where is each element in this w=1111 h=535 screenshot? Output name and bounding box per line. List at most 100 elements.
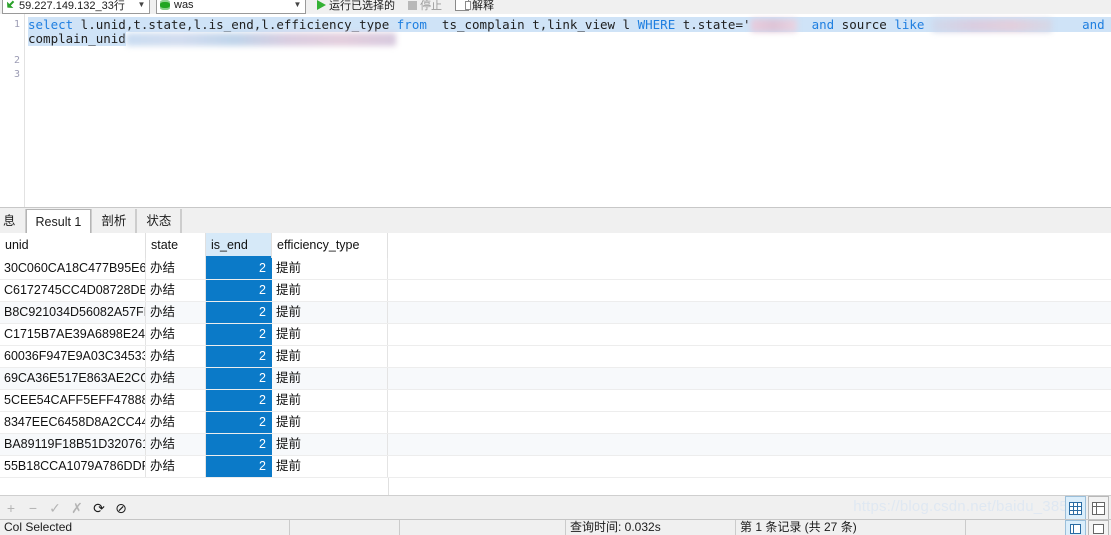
- database-dropdown[interactable]: was ▼: [156, 0, 306, 14]
- column-header-state[interactable]: state: [146, 233, 206, 258]
- cell-unid[interactable]: BA89119F18B51D3207610: [0, 434, 146, 455]
- sql-line-1: select l.unid,t.state,l.is_end,l.efficie…: [28, 17, 1111, 32]
- sql-code-area[interactable]: select l.unid,t.state,l.is_end,l.efficie…: [28, 14, 1111, 207]
- sql-line-2-text: complain_unid: [28, 31, 126, 46]
- cell-efficiency-type[interactable]: 提前: [272, 324, 388, 345]
- cell-state[interactable]: 办结: [146, 412, 206, 433]
- cell-state[interactable]: 办结: [146, 434, 206, 455]
- result-tabstrip: 息 Result 1 剖析 状态: [0, 207, 1111, 235]
- cell-efficiency-type[interactable]: 提前: [272, 302, 388, 323]
- cell-unid[interactable]: 8347EEC6458D8A2CC4437: [0, 412, 146, 433]
- cell-unid[interactable]: 69CA36E517E863AE2CCF3: [0, 368, 146, 389]
- tab-info[interactable]: 息: [0, 209, 26, 234]
- status-selection: Col Selected: [0, 520, 290, 535]
- cell-state[interactable]: 办结: [146, 258, 206, 279]
- status-view-toggle: [1065, 520, 1109, 535]
- cell-unid[interactable]: 60036F947E9A03C345333: [0, 346, 146, 367]
- cell-efficiency-type[interactable]: 提前: [272, 434, 388, 455]
- connection-dropdown[interactable]: 59.227.149.132_33行 ▼: [2, 0, 150, 14]
- table-row[interactable]: C1715B7AE39A6898E243D 办结 2 提前: [0, 324, 1111, 346]
- status-grid-view-button[interactable]: [1065, 520, 1086, 535]
- add-row-icon[interactable]: +: [0, 497, 22, 519]
- cell-state[interactable]: 办结: [146, 390, 206, 411]
- cell-unid[interactable]: C6172745CC4D08728DB1: [0, 280, 146, 301]
- result-grid[interactable]: unid state is_end efficiency_type 30C060…: [0, 233, 1111, 495]
- run-selected-button[interactable]: 运行已选择的: [315, 0, 397, 13]
- column-header-unid[interactable]: unid: [0, 233, 146, 258]
- grid-view-icon: [1069, 501, 1082, 515]
- grid-view-button[interactable]: [1065, 496, 1086, 520]
- keyword-where: WHERE: [637, 17, 676, 32]
- cell-is-end[interactable]: 2: [206, 368, 272, 389]
- cell-unid[interactable]: C1715B7AE39A6898E243D: [0, 324, 146, 345]
- cell-is-end[interactable]: 2: [206, 456, 272, 477]
- table-row[interactable]: 55B18CCA1079A786DDF4 办结 2 提前: [0, 456, 1111, 478]
- form-view-button[interactable]: [1088, 496, 1109, 520]
- database-icon: [159, 0, 172, 11]
- cell-is-end[interactable]: 2: [206, 302, 272, 323]
- status-form-view-button[interactable]: [1088, 520, 1109, 535]
- redacted-value-1: [750, 19, 797, 32]
- status-query-time: 查询时间: 0.032s: [566, 520, 736, 535]
- redacted-value-3: [125, 33, 396, 46]
- cell-efficiency-type[interactable]: 提前: [272, 258, 388, 279]
- view-mode-toggle: [1065, 496, 1109, 520]
- table-row[interactable]: C6172745CC4D08728DB1 办结 2 提前: [0, 280, 1111, 302]
- cell-is-end[interactable]: 2: [206, 324, 272, 345]
- cell-state[interactable]: 办结: [146, 368, 206, 389]
- commit-icon[interactable]: ✓: [44, 497, 66, 519]
- remove-row-icon[interactable]: −: [22, 497, 44, 519]
- connection-icon: [5, 0, 17, 11]
- tab-status[interactable]: 状态: [136, 209, 182, 234]
- column-header-is-end[interactable]: is_end: [206, 233, 272, 258]
- cell-state[interactable]: 办结: [146, 346, 206, 367]
- cell-is-end[interactable]: 2: [206, 280, 272, 301]
- form-view-icon: [1092, 501, 1105, 515]
- column-header-efficiency-type[interactable]: efficiency_type: [272, 233, 388, 258]
- cell-state[interactable]: 办结: [146, 280, 206, 301]
- status-grid-view-icon: [1070, 523, 1081, 534]
- cell-unid[interactable]: 5CEE54CAFF5EFF4788809E: [0, 390, 146, 411]
- cell-state[interactable]: 办结: [146, 302, 206, 323]
- cell-unid[interactable]: 30C060CA18C477B95E62D: [0, 258, 146, 279]
- cell-is-end[interactable]: 2: [206, 434, 272, 455]
- refresh-icon[interactable]: ⟳: [88, 497, 110, 519]
- cell-state[interactable]: 办结: [146, 456, 206, 477]
- table-row[interactable]: B8C921034D56082A57FF5 办结 2 提前: [0, 302, 1111, 324]
- keyword-from: from: [396, 17, 427, 32]
- cell-unid[interactable]: 55B18CCA1079A786DDF4: [0, 456, 146, 477]
- cell-is-end[interactable]: 2: [206, 346, 272, 367]
- cancel-icon[interactable]: ✗: [66, 497, 88, 519]
- cell-state[interactable]: 办结: [146, 324, 206, 345]
- sql-condition-join: t.unid=l.: [1105, 17, 1111, 32]
- cell-unid[interactable]: B8C921034D56082A57FF5: [0, 302, 146, 323]
- play-icon: [317, 0, 326, 10]
- cell-is-end[interactable]: 2: [206, 390, 272, 411]
- table-row[interactable]: 60036F947E9A03C345333 办结 2 提前: [0, 346, 1111, 368]
- table-row[interactable]: 8347EEC6458D8A2CC4437 办结 2 提前: [0, 412, 1111, 434]
- cell-efficiency-type[interactable]: 提前: [272, 390, 388, 411]
- cell-efficiency-type[interactable]: 提前: [272, 456, 388, 477]
- table-row[interactable]: 69CA36E517E863AE2CCF3 办结 2 提前: [0, 368, 1111, 390]
- explain-label: 解释: [472, 0, 494, 12]
- cell-is-end[interactable]: 2: [206, 412, 272, 433]
- line-number-gutter: 1 2 3: [0, 14, 25, 207]
- explain-icon: [455, 0, 471, 11]
- cell-efficiency-type[interactable]: 提前: [272, 368, 388, 389]
- cell-efficiency-type[interactable]: 提前: [272, 412, 388, 433]
- stop-button[interactable]: 停止: [406, 0, 444, 13]
- explain-button[interactable]: 解释: [453, 0, 496, 13]
- stop-icon[interactable]: ⊘: [110, 497, 132, 519]
- table-row[interactable]: 30C060CA18C477B95E62D 办结 2 提前: [0, 258, 1111, 280]
- sql-editor[interactable]: 1 2 3 select l.unid,t.state,l.is_end,l.e…: [0, 14, 1111, 207]
- cell-efficiency-type[interactable]: 提前: [272, 346, 388, 367]
- table-row[interactable]: 5CEE54CAFF5EFF4788809E 办结 2 提前: [0, 390, 1111, 412]
- tab-result-1[interactable]: Result 1: [25, 209, 92, 234]
- grid-action-toolbar: + − ✓ ✗ ⟳ ⊘ https://blog.csdn.net/baidu_…: [0, 495, 1111, 520]
- tab-profile[interactable]: 剖析: [91, 209, 137, 234]
- table-row[interactable]: BA89119F18B51D3207610 办结 2 提前: [0, 434, 1111, 456]
- cell-is-end[interactable]: 2: [206, 258, 272, 279]
- cell-efficiency-type[interactable]: 提前: [272, 280, 388, 301]
- stop-icon: [408, 0, 417, 10]
- keyword-select: select: [28, 17, 74, 32]
